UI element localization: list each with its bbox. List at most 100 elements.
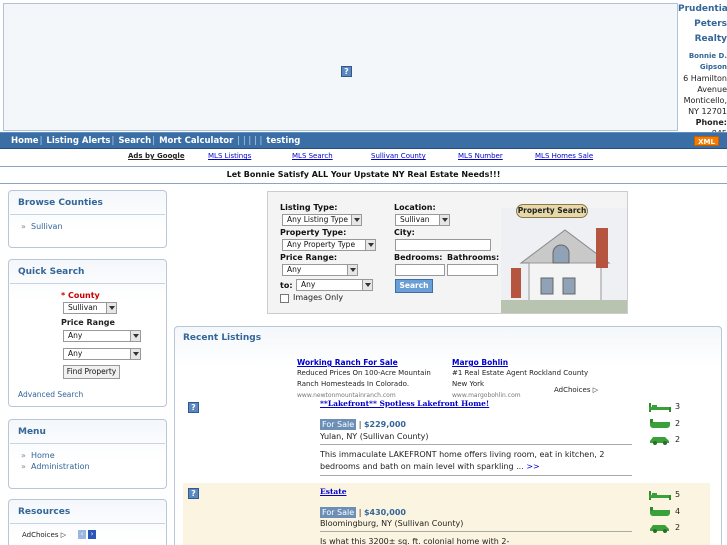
bathrooms-label: Bathrooms: bbox=[447, 253, 500, 262]
listing-title-link[interactable]: **Lakefront** Spotless Lakefront Home! bbox=[320, 399, 489, 408]
house-illustration bbox=[501, 208, 627, 313]
bedrooms-input[interactable] bbox=[395, 264, 445, 276]
adchoices-icon: ▷ bbox=[60, 531, 67, 539]
ad-link[interactable]: Sullivan County bbox=[371, 152, 426, 160]
images-only-checkbox[interactable] bbox=[280, 294, 289, 303]
price-from-select[interactable]: Any bbox=[282, 264, 358, 276]
bathrooms-input[interactable] bbox=[447, 264, 498, 276]
listing-location: Bloomingburg, NY (Sullivan County) bbox=[320, 519, 464, 528]
header: ? Prudential Peters Realty Bonnie D. Gip… bbox=[0, 0, 727, 149]
car-icon: 2 bbox=[649, 523, 680, 535]
status-badge: For Sale bbox=[320, 419, 357, 430]
bath-icon: 2 bbox=[649, 419, 680, 431]
listing-type-select[interactable]: Any Listing Type bbox=[282, 214, 362, 226]
adchoices-icon: ▷ bbox=[592, 386, 599, 394]
price-range-label: Price Range bbox=[61, 318, 115, 327]
company-name: Prudential Peters Realty bbox=[678, 4, 727, 44]
nav-mort-calculator[interactable]: Mort Calculator bbox=[159, 136, 233, 146]
to-label: to: bbox=[280, 281, 293, 290]
city-label: City: bbox=[394, 228, 415, 237]
prev-arrow-icon[interactable]: ‹ bbox=[78, 530, 86, 539]
broken-image-icon: ? bbox=[341, 66, 352, 77]
next-arrow-icon[interactable]: › bbox=[88, 530, 96, 539]
adchoices-label[interactable]: AdChoices ▷ bbox=[554, 386, 598, 394]
ad-links-bar: Ads by Google MLS Listings MLS Search Su… bbox=[0, 150, 727, 164]
listing-location: Yulan, NY (Sullivan County) bbox=[320, 432, 429, 441]
images-only-label: Images Only bbox=[293, 293, 344, 302]
price-to-select[interactable]: Any bbox=[296, 279, 373, 291]
listing-description: This immaculate LAKEFRONT home offers li… bbox=[320, 450, 605, 471]
price-min-select[interactable]: Any bbox=[63, 330, 141, 342]
listing-description: Is what this 3200± sq. ft. colonial home… bbox=[320, 537, 510, 545]
bedrooms-label: Bedrooms: bbox=[394, 253, 443, 262]
search-button[interactable]: Search bbox=[395, 279, 433, 293]
ad-link[interactable]: MLS Number bbox=[458, 152, 503, 160]
browse-counties-title: Browse Counties bbox=[10, 191, 165, 215]
find-property-button[interactable]: Find Property bbox=[63, 365, 120, 379]
listing-price: For Sale | $430,000 bbox=[320, 507, 406, 518]
resources-box: Resources AdChoices ▷ ‹ › bbox=[8, 499, 167, 545]
listing-title-link[interactable]: Estate bbox=[320, 487, 347, 496]
agent-info: Prudential Peters Realty Bonnie D. Gipso… bbox=[678, 2, 727, 150]
county-select[interactable]: Sullivan bbox=[63, 302, 117, 314]
main-nav: Home| Listing Alerts| Search| Mort Calcu… bbox=[0, 132, 727, 149]
city-input[interactable] bbox=[395, 239, 491, 251]
chevron-down-icon bbox=[106, 303, 116, 313]
menu-item-home[interactable]: Home bbox=[9, 451, 166, 460]
divider bbox=[320, 444, 632, 445]
bath-icon: 4 bbox=[649, 507, 680, 519]
recent-listings-title: Recent Listings bbox=[183, 333, 262, 343]
county-label: * County bbox=[61, 291, 100, 300]
location-select[interactable]: Sullivan bbox=[395, 214, 450, 226]
status-badge: For Sale bbox=[320, 507, 357, 518]
ad-link[interactable]: MLS Listings bbox=[208, 152, 251, 160]
ad-link[interactable]: MLS Search bbox=[292, 152, 333, 160]
property-type-label: Property Type: bbox=[280, 228, 347, 237]
ad-unit[interactable]: Margo Bohlin #1 Real Estate Agent Rockla… bbox=[452, 357, 602, 401]
chevron-down-icon bbox=[130, 349, 140, 359]
nav-listing-alerts[interactable]: Listing Alerts bbox=[46, 136, 110, 146]
listing-price: For Sale | $229,000 bbox=[320, 419, 406, 430]
chevron-down-icon bbox=[130, 331, 140, 341]
browse-counties-box: Browse Counties Sullivan bbox=[8, 190, 167, 248]
quick-search-title: Quick Search bbox=[10, 260, 165, 284]
ad-unit[interactable]: Working Ranch For Sale Reduced Prices On… bbox=[297, 357, 452, 401]
property-search-panel: Property Search Listing Type: Any Listin… bbox=[267, 191, 628, 314]
nav-home[interactable]: Home bbox=[11, 136, 39, 146]
more-link[interactable]: >> bbox=[526, 462, 539, 471]
recent-listings-panel: Recent Listings Working Ranch For Sale R… bbox=[174, 326, 722, 545]
ads-by-google-link[interactable]: Ads by Google bbox=[128, 152, 185, 160]
menu-title: Menu bbox=[10, 420, 165, 444]
menu-item-administration[interactable]: Administration bbox=[9, 462, 166, 471]
chevron-down-icon bbox=[351, 215, 361, 225]
resources-title: Resources bbox=[10, 500, 165, 524]
chevron-down-icon bbox=[347, 265, 357, 275]
listing-item: ? Estate For Sale | $430,000 Bloomingbur… bbox=[183, 483, 710, 545]
agent-name: Bonnie D. Gipson bbox=[688, 52, 727, 71]
divider bbox=[320, 475, 632, 476]
adchoices-label[interactable]: AdChoices ▷ bbox=[22, 531, 66, 539]
chevron-down-icon bbox=[365, 240, 375, 250]
nav-testing[interactable]: testing bbox=[266, 136, 300, 146]
price-range-label: Price Range: bbox=[280, 253, 338, 262]
ad-link[interactable]: MLS Homes Sale bbox=[535, 152, 593, 160]
listing-photo-icon[interactable]: ? bbox=[188, 402, 199, 413]
listing-type-label: Listing Type: bbox=[280, 203, 338, 212]
price-max-select[interactable]: Any bbox=[63, 348, 141, 360]
xml-feed-button[interactable]: XML bbox=[694, 136, 719, 146]
advanced-search-link[interactable]: Advanced Search bbox=[18, 390, 83, 399]
chevron-down-icon bbox=[362, 280, 372, 290]
chevron-down-icon bbox=[439, 215, 449, 225]
property-search-banner: Property Search bbox=[516, 204, 588, 218]
property-type-select[interactable]: Any Property Type bbox=[282, 239, 376, 251]
menu-box: Menu Home Administration bbox=[8, 419, 167, 489]
nav-separators: | | | | | bbox=[237, 136, 263, 146]
bed-icon: 3 bbox=[649, 402, 680, 414]
header-banner: ? bbox=[3, 3, 678, 131]
county-link-sullivan[interactable]: Sullivan bbox=[9, 222, 166, 231]
location-label: Location: bbox=[394, 203, 436, 212]
listing-photo-icon[interactable]: ? bbox=[188, 488, 199, 499]
nav-search[interactable]: Search bbox=[118, 136, 151, 146]
car-icon: 2 bbox=[649, 435, 680, 447]
listing-item: ? **Lakefront** Spotless Lakefront Home!… bbox=[183, 399, 710, 479]
